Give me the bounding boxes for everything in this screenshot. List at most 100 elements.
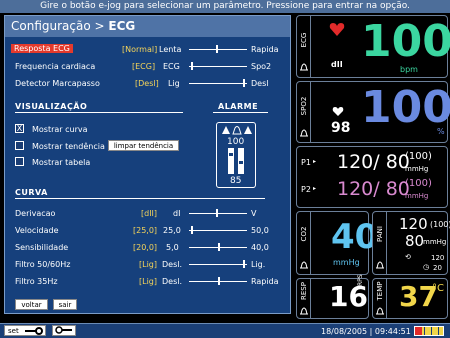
nibp-cycle-icon: ⟲ [405, 253, 411, 261]
lead-knob[interactable] [216, 209, 218, 217]
p2-arrow-icon: ▸ [313, 185, 317, 192]
alarm-bar-left [228, 148, 234, 174]
spo2-unit: % [437, 127, 445, 136]
pacemaker-detector-knob[interactable] [243, 79, 245, 87]
alarm-bell-icon[interactable] [299, 260, 309, 270]
nibp-time: 20 [433, 264, 442, 272]
nibp-label: PANI [376, 226, 384, 242]
config-title: Configuração > ECG [5, 16, 290, 37]
config-panel: Configuração > ECG Resposta ECG [Normal]… [4, 15, 291, 314]
ecg-response-right: Rapida [251, 45, 279, 54]
sensitivity-label[interactable]: Sensibilidade [15, 243, 68, 252]
heart-icon [329, 23, 345, 36]
sensitivity-knob[interactable] [218, 243, 220, 251]
speed-knob[interactable] [191, 226, 193, 234]
show-curve-label: Mostrar curva [32, 125, 88, 134]
spo2-panel[interactable]: SPO2 98 100 % [296, 81, 450, 143]
alarm-bell-icon[interactable] [299, 62, 309, 72]
heart-rate-source-slider[interactable] [189, 66, 247, 67]
ecg-label: ECG [300, 32, 308, 48]
temp-panel[interactable]: TEMP 37 °C [372, 278, 448, 319]
p2-unit: mmHg [405, 192, 429, 200]
wrench-icon [25, 327, 43, 335]
show-trend-checkbox[interactable] [15, 141, 24, 150]
filter-35-label[interactable]: Filtro 35Hz [15, 277, 58, 286]
lead-value: [dII] [141, 209, 158, 218]
speed-label[interactable]: Velocidade [15, 226, 59, 235]
alarm-low-limit: 85 [230, 176, 242, 186]
filter-50-60-value: [Lig] [139, 260, 157, 269]
sensitivity-value: [20,0] [133, 243, 158, 252]
alarm-high-limit: 100 [227, 137, 245, 147]
ecg-response-slider[interactable] [189, 49, 247, 50]
alarm-heading: ALARME [218, 102, 259, 111]
speed-left: 25,0 [163, 226, 181, 235]
temp-label: TEMP [376, 281, 384, 301]
p1-mean: (100) [405, 151, 432, 162]
lead-slider[interactable] [189, 213, 247, 214]
filter-50-60-label[interactable]: Filtro 50/60Hz [15, 260, 70, 269]
p1-label: P1 [301, 158, 311, 167]
nibp-interval: 120 [431, 254, 445, 262]
exit-button[interactable]: sair [53, 299, 77, 310]
show-table-label: Mostrar tabela [32, 158, 91, 167]
p2-systolic: 120 [337, 178, 374, 200]
co2-panel[interactable]: CO2 40 mmHg [296, 211, 378, 275]
lead-right: V [251, 209, 257, 218]
show-trend-label: Mostrar tendência [32, 142, 105, 151]
key-icon [55, 326, 72, 334]
heart-rate-source-left: ECG [163, 62, 180, 71]
clear-trend-button[interactable]: limpar tendência [108, 140, 179, 151]
visualization-divider [15, 112, 183, 113]
nibp-systolic: 120 [399, 215, 428, 233]
pacemaker-detector-label[interactable]: Detector Marcapasso [15, 79, 100, 88]
p2-values: 120/ 80 [337, 178, 410, 200]
alarm-divider [213, 112, 268, 113]
filter-50-60-left: Desl. [162, 260, 183, 269]
back-button[interactable]: voltar [15, 299, 48, 310]
alarm-bar-notch-right [239, 161, 243, 164]
nibp-mean: (100) [430, 220, 450, 229]
speed-slider[interactable] [189, 230, 247, 231]
battery-low-segment [415, 327, 422, 335]
speed-right: 50,0 [251, 226, 269, 235]
pulse-rate-value: 98 [331, 120, 351, 136]
heart-rate-source-knob[interactable] [191, 62, 193, 70]
battery-cell-divider [438, 327, 439, 335]
pacemaker-detector-right: Desl [251, 79, 269, 88]
status-message: Gire o botão e-jog para selecionar um pa… [0, 0, 450, 13]
p1-values: 120/ 80 [337, 151, 410, 173]
alarm-bell-icon[interactable] [299, 306, 309, 316]
ecg-response-left: Lenta [159, 45, 182, 54]
pacemaker-detector-slider[interactable] [189, 83, 247, 84]
key-button[interactable] [52, 325, 76, 336]
nibp-panel[interactable]: PANI 120 (100) 80 mmHg ⟲ 120 ◷ 20 [372, 211, 450, 275]
alarm-bell-icon[interactable] [375, 260, 385, 270]
filter-50-60-slider[interactable] [189, 264, 247, 265]
p2-mean: (100) [405, 178, 432, 189]
spo2-value: 100 [361, 82, 450, 133]
nibp-clock-icon: ◷ [423, 263, 430, 271]
sensitivity-right: 40,0 [251, 243, 269, 252]
ecg-panel[interactable]: ECG dII 100 bpm [296, 15, 450, 78]
ecg-response-knob[interactable] [216, 45, 218, 53]
p1-systolic: 120 [337, 151, 374, 173]
resp-panel[interactable]: RESP 16 RPS [296, 274, 369, 319]
alarm-bell-icon[interactable] [375, 306, 385, 316]
lead-label[interactable]: Derivacao [15, 209, 55, 218]
config-title-prefix: Configuração > [11, 19, 109, 33]
alarm-limits-widget[interactable]: 100 85 [216, 122, 256, 188]
show-table-checkbox[interactable] [15, 157, 24, 166]
filter-50-60-knob[interactable] [243, 260, 245, 268]
ecg-response-label[interactable]: Resposta ECG [11, 44, 73, 53]
filter-35-knob[interactable] [218, 277, 220, 285]
pulse-heart-icon [332, 107, 344, 116]
pacemaker-detector-left: Lig [168, 79, 180, 88]
alarm-bell-icon[interactable] [299, 128, 309, 138]
invasive-pressure-panel[interactable]: P1 ▸ 120/ 80 (100) mmHg P2 ▸ 120/ 80 (10… [296, 146, 448, 208]
sensitivity-left: 5,0 [166, 243, 179, 252]
pacemaker-detector-value: [Desl] [135, 79, 159, 88]
p1-arrow-icon: ▸ [313, 158, 317, 165]
heart-rate-source-label[interactable]: Frequencia cardiaca [15, 62, 95, 71]
show-curve-checkbox[interactable]: X [15, 124, 24, 133]
